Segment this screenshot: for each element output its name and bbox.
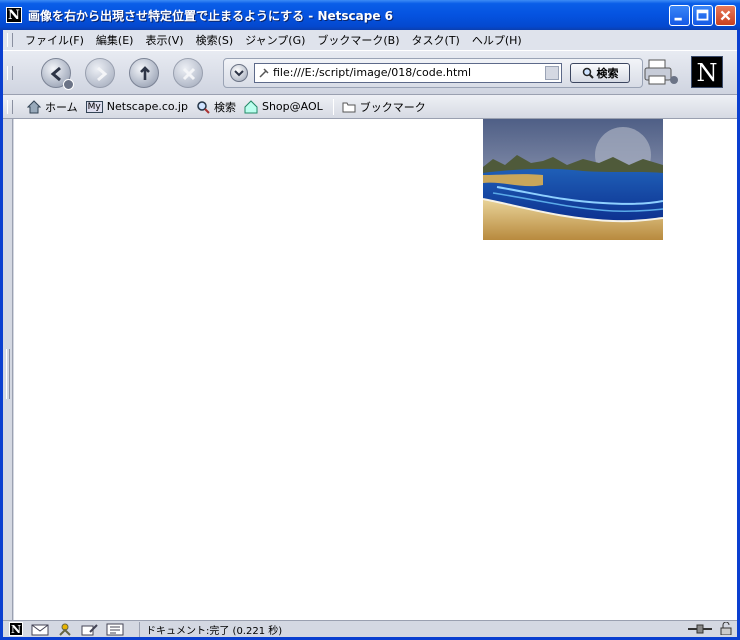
url-dropdown-icon[interactable]: [545, 65, 559, 80]
menu-edit[interactable]: 編集(E): [90, 32, 140, 48]
shop-link-label: Shop@AOL: [261, 100, 323, 113]
composer-icon[interactable]: [81, 623, 99, 636]
shop-link[interactable]: Shop@AOL: [244, 99, 323, 114]
status-text: ドキュメント:完了 (0.221 秒): [139, 621, 282, 637]
search-button[interactable]: 検索: [570, 62, 630, 83]
url-history-button[interactable]: [230, 63, 248, 82]
minimize-button[interactable]: [669, 5, 690, 26]
shop-icon: [244, 99, 258, 113]
url-field[interactable]: file:///E:/script/image/018/code.html: [254, 62, 562, 83]
search-button-label: 検索: [596, 66, 619, 80]
stop-button[interactable]: [173, 57, 203, 88]
maximize-icon: [696, 9, 709, 21]
url-text[interactable]: file:///E:/script/image/018/code.html: [273, 66, 471, 79]
personal-toolbar: ホーム My Netscape.co.jp 検索 Shop@AOL ブックマーク: [3, 95, 737, 119]
aim-icon[interactable]: [56, 623, 74, 636]
menu-bookmarks[interactable]: ブックマーク(B): [311, 32, 405, 48]
search-icon: [197, 100, 210, 114]
title-bar[interactable]: N 画像を右から出現させ特定位置で止まるようにする - Netscape 6: [0, 0, 740, 30]
home-link[interactable]: ホーム: [27, 99, 78, 115]
menu-help[interactable]: ヘルプ(H): [466, 32, 528, 48]
toolbar-separator: [332, 98, 334, 115]
magnifier-icon: [582, 67, 594, 79]
url-bar-group: file:///E:/script/image/018/code.html 検索: [223, 57, 643, 88]
status-right-icons: [687, 622, 733, 635]
stop-icon: [182, 67, 196, 80]
page-proxy-icon[interactable]: [258, 67, 270, 79]
back-button[interactable]: [41, 57, 74, 90]
menu-grip[interactable]: [7, 33, 13, 47]
mail-icon[interactable]: [31, 623, 49, 636]
my-netscape-badge: My: [85, 100, 103, 113]
bookmarks-link[interactable]: ブックマーク: [342, 99, 426, 115]
netscape-link[interactable]: My Netscape.co.jp: [85, 100, 188, 113]
reload-button[interactable]: [129, 57, 159, 88]
window-controls: [669, 5, 736, 26]
window-title: 画像を右から出現させ特定位置で止まるようにする - Netscape 6: [28, 8, 393, 23]
close-button[interactable]: [715, 5, 736, 26]
sidebar-grip-lines: [6, 349, 10, 399]
lock-icon[interactable]: [719, 622, 733, 635]
personal-toolbar-grip[interactable]: [7, 99, 13, 114]
browser-window: N 画像を右から出現させ特定位置で止まるようにする - Netscape 6 フ…: [0, 0, 740, 640]
forward-arrow-icon: [97, 66, 108, 81]
print-button[interactable]: [643, 56, 679, 90]
menu-view[interactable]: 表示(V): [139, 32, 189, 48]
netscape-status-icon[interactable]: N: [9, 622, 23, 636]
menu-search[interactable]: 検索(S): [190, 32, 240, 48]
address-book-icon[interactable]: [106, 623, 124, 636]
menu-bar: ファイル(F) 編集(E) 表示(V) 検索(S) ジャンプ(G) ブックマーク…: [3, 30, 737, 50]
netscape-link-label: Netscape.co.jp: [106, 100, 188, 113]
beach-landscape-image: [483, 119, 663, 240]
back-dropdown-icon[interactable]: [63, 78, 74, 90]
status-bar: N ドキュメント:完了 (0.221 秒): [3, 620, 737, 637]
bookmarks-link-label: ブックマーク: [359, 100, 426, 114]
folder-icon: [342, 102, 356, 112]
search-link-label: 検索: [213, 100, 236, 114]
maximize-button[interactable]: [692, 5, 713, 26]
forward-button[interactable]: [85, 57, 115, 88]
sidebar-toggle[interactable]: [3, 119, 13, 620]
menu-file[interactable]: ファイル(F): [19, 32, 90, 48]
home-icon: [27, 99, 41, 113]
navigation-toolbar: file:///E:/script/image/018/code.html 検索…: [3, 50, 737, 95]
online-status-icon[interactable]: [687, 623, 713, 635]
chevron-down-icon: [234, 69, 244, 76]
close-icon: [720, 10, 731, 21]
page-content[interactable]: [14, 119, 737, 620]
reload-icon: [140, 65, 150, 80]
menu-tasks[interactable]: タスク(T): [406, 32, 466, 48]
netscape-logo[interactable]: N: [691, 56, 723, 88]
menu-go[interactable]: ジャンプ(G): [239, 32, 311, 48]
netscape-app-icon: N: [6, 7, 22, 23]
search-link[interactable]: 検索: [196, 99, 236, 115]
minimize-icon: [674, 17, 682, 21]
nav-toolbar-grip[interactable]: [7, 65, 13, 80]
home-link-label: ホーム: [45, 100, 78, 114]
